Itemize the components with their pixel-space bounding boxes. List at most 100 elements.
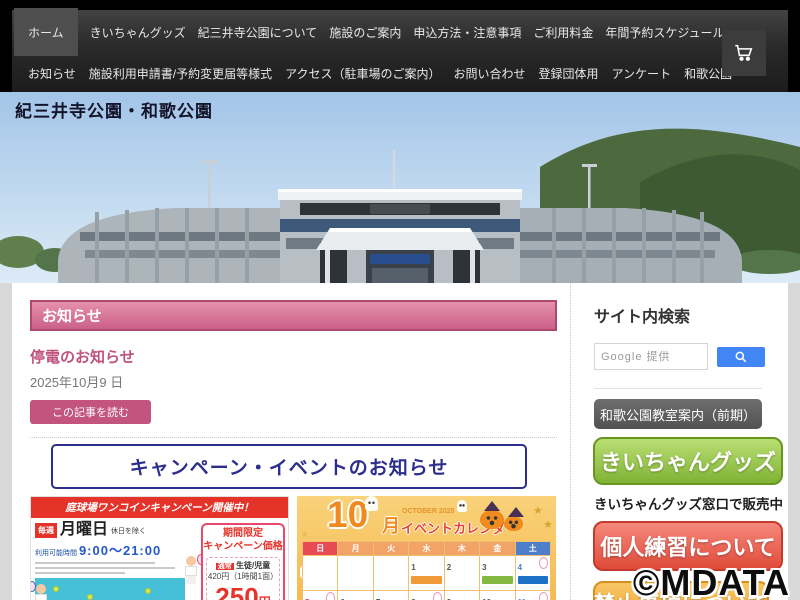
calendar-event-tag — [517, 576, 548, 584]
calendar-cell: 9 — [444, 591, 480, 600]
nav-row-1: ホーム きいちゃんグッズ 紀三井寺公園について 施設のご案内 申込方法・注意事項 ご利用料… — [12, 8, 788, 56]
ghost-icon — [365, 496, 378, 511]
nav-item[interactable]: 施設のご案内 — [329, 10, 401, 54]
campaign-banner[interactable]: キャンペーン・イベントのお知らせ — [51, 444, 527, 489]
nav-item[interactable]: 紀三井寺公園について — [198, 10, 318, 54]
goods-button[interactable]: きいちゃんグッズ — [593, 437, 783, 485]
cart-button[interactable] — [722, 30, 766, 76]
calendar-cell — [303, 556, 338, 590]
star-decoration: ★ — [301, 530, 309, 539]
calendar-cell: 4 — [515, 556, 550, 590]
tennis-usual-price: 420円（1時間1面） — [207, 572, 279, 581]
news-section-header: お知らせ — [30, 300, 557, 331]
fine-print-line — [35, 567, 175, 569]
calendar-cell: 11 — [515, 591, 550, 600]
search-icon — [735, 351, 747, 362]
calendar-date: 4 — [517, 563, 523, 572]
calendar-day-header: 木 — [444, 542, 480, 555]
class-info-button[interactable]: 和歌公園教室案内（前期） — [594, 399, 762, 429]
nav-item[interactable]: アンケート — [612, 54, 672, 92]
site-search-heading: サイト内検索 — [594, 309, 691, 326]
tennis-campaign-flyer[interactable]: 庭球場ワンコインキャンペーン開催中！ 毎週 月曜日 休日を除く 利用可能時間 9… — [30, 496, 289, 600]
tennis-price-unit: 円 — [259, 595, 271, 600]
star-decoration: ★ — [533, 505, 543, 517]
news-widget: お知らせ 停電のお知らせ 2025年10月9 日 この記事を読む — [30, 300, 557, 438]
content-wrapper: お知らせ 停電のお知らせ 2025年10月9 日 この記事を読む キャンペーン・… — [12, 283, 788, 600]
calendar-day-header: 火 — [373, 542, 409, 555]
nav-item[interactable]: きいちゃんグッズ — [90, 10, 186, 54]
calendar-header: 10 月 OCTOBER 2025 イベントカレンダー — [297, 496, 556, 538]
fine-print-line — [35, 572, 125, 574]
header-bar: ホーム きいちゃんグッズ 紀三井寺公園について 施設のご案内 申込方法・注意事項 ご利用料… — [0, 0, 800, 92]
article-title-link[interactable]: 停電のお知らせ — [30, 346, 557, 367]
sidebar-divider — [594, 388, 762, 389]
racket-icon — [432, 592, 442, 600]
calendar-event-tag — [482, 576, 513, 584]
calendar-cell: 5 — [303, 591, 338, 600]
tennis-weekly-label: 毎週 — [35, 523, 57, 538]
pumpkin-icon — [504, 507, 524, 531]
calendar-cell: 6 — [338, 591, 373, 600]
tennis-flyer-left: 毎週 月曜日 休日を除く 利用可能時間 9:00～21:00 — [31, 521, 205, 600]
racket-icon — [538, 557, 548, 569]
watermark: ©MDATA — [632, 562, 790, 600]
cart-icon — [735, 44, 753, 61]
calendar-day-header: 水 — [409, 542, 444, 555]
calendar-day-header: 金 — [480, 542, 515, 555]
calendar-date: 3 — [482, 563, 487, 572]
tennis-usual-label: 通常 — [215, 563, 234, 570]
calendar-cell: 10 — [480, 591, 515, 600]
calendar-date: 1 — [411, 563, 416, 572]
calendar-cell: 8 — [409, 591, 444, 600]
search-form — [594, 343, 788, 370]
calendar-cell — [338, 556, 373, 590]
tennis-day-label: 月曜日 — [60, 521, 109, 538]
tennis-flyer-headline: 庭球場ワンコインキャンペーン開催中！ — [31, 497, 288, 518]
main-navigation: ホーム きいちゃんグッズ 紀三井寺公園について 施設のご案内 申込方法・注意事項 ご利用料… — [12, 8, 788, 92]
calendar-day-header: 土 — [515, 542, 550, 555]
calendar-cell: 2 — [444, 556, 480, 590]
nav-item[interactable]: 申込方法・注意事項 — [413, 10, 521, 54]
goods-sale-note: きいちゃんグッズ窓口で販売中 — [594, 497, 783, 512]
event-calendar-flyer[interactable]: 10 月 OCTOBER 2025 イベントカレンダー ★ ★ ★ 日 月 火 … — [297, 496, 556, 600]
tennis-hours-value: 9:00～21:00 — [78, 543, 162, 558]
tennis-kid-illustration — [183, 554, 205, 586]
sidebar: サイト内検索 和歌公園教室案内（前期） きいちゃんグッズ きいちゃんグッズ窓口で… — [570, 283, 788, 600]
tennis-limited-label: 期間限定 — [223, 528, 263, 539]
nav-item[interactable]: 登録団体用 — [539, 54, 599, 92]
calendar-cell — [373, 556, 409, 590]
racket-icon — [538, 592, 548, 600]
calendar-day-header: 月 — [338, 542, 373, 555]
tennis-usual-target: 生徒/児童 — [236, 561, 271, 570]
calendar-day-header: 日 — [303, 542, 338, 555]
nav-item[interactable]: ご利用料金 — [533, 10, 593, 54]
fine-print-line — [35, 562, 155, 564]
nav-item[interactable]: ホーム — [14, 8, 78, 56]
nav-item[interactable]: お問い合わせ — [454, 54, 526, 92]
nav-item[interactable]: お知らせ — [28, 54, 76, 92]
calendar-grid: 日月火水木金土123456789101112131415161718 — [302, 541, 551, 600]
tennis-price-box: 期間限定 キャンペーン価格 通常 生徒/児童 420円（1時間1面） 250 — [201, 523, 285, 600]
calendar-cell: 7 — [373, 591, 409, 600]
hero-image: 紀三井寺公園・和歌公園 — [0, 92, 800, 283]
tennis-except-label: 休日を除く — [111, 528, 147, 535]
nav-item[interactable]: アクセス（駐車場のご案内） — [285, 54, 440, 92]
article-date: 2025年10月9 日 — [30, 375, 124, 390]
search-input[interactable] — [594, 343, 708, 370]
site-title[interactable]: 紀三井寺公園・和歌公園 — [15, 97, 213, 122]
calendar-subtitle: OCTOBER 2025 — [402, 508, 455, 515]
content-area: お知らせ 停電のお知らせ 2025年10月9 日 この記事を読む キャンペーン・… — [0, 283, 800, 600]
search-button[interactable] — [717, 346, 765, 367]
tennis-kid-illustration — [31, 581, 49, 600]
nav-item[interactable]: 施設利用申請書/予約変更届等様式 — [89, 54, 272, 92]
read-article-button[interactable]: この記事を読む — [30, 400, 151, 424]
flyer-row: 庭球場ワンコインキャンペーン開催中！ 毎週 月曜日 休日を除く 利用可能時間 9… — [30, 496, 557, 600]
tennis-court-illustration — [35, 578, 185, 600]
calendar-event-tag — [411, 576, 442, 584]
tennis-campaign-price: 250 — [215, 582, 259, 600]
nav-item[interactable]: 年間予約スケジュール — [605, 10, 724, 54]
page: ホーム きいちゃんグッズ 紀三井寺公園について 施設のご案内 申込方法・注意事項 ご利用料… — [0, 0, 800, 600]
tennis-hours-label: 利用可能時間 — [35, 550, 77, 557]
pumpkin-icon — [480, 501, 504, 529]
calendar-date: 2 — [446, 563, 452, 572]
